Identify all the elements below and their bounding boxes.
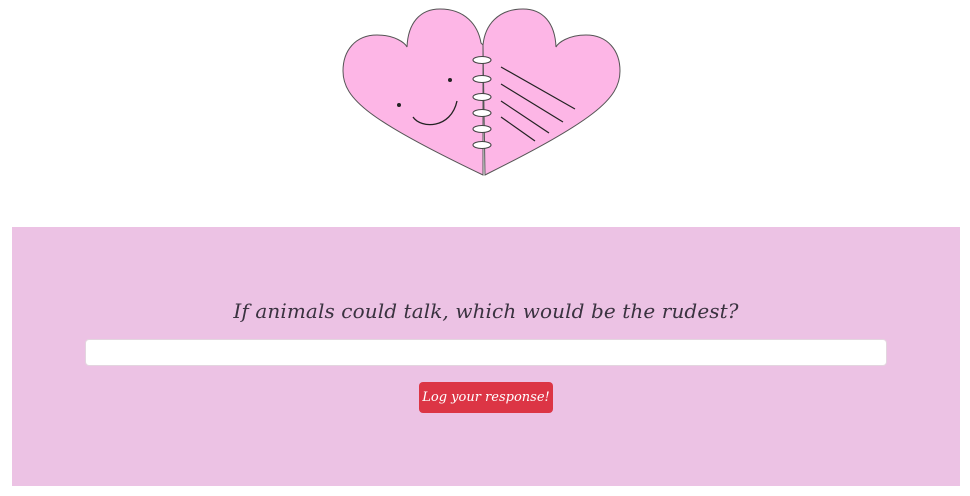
question-panel: If animals could talk, which would be th… [12, 227, 960, 486]
response-input[interactable] [85, 339, 887, 366]
heart-notebook-icon [342, 8, 621, 176]
left-eye [397, 103, 401, 107]
heart-right-half [482, 8, 621, 176]
question-text: If animals could talk, which would be th… [233, 299, 739, 323]
page: If animals could talk, which would be th… [0, 0, 970, 496]
heart-left-half [342, 8, 484, 176]
log-response-button[interactable]: Log your response! [419, 382, 553, 413]
heart-notebook-logo [335, 5, 630, 185]
right-eye [448, 78, 452, 82]
